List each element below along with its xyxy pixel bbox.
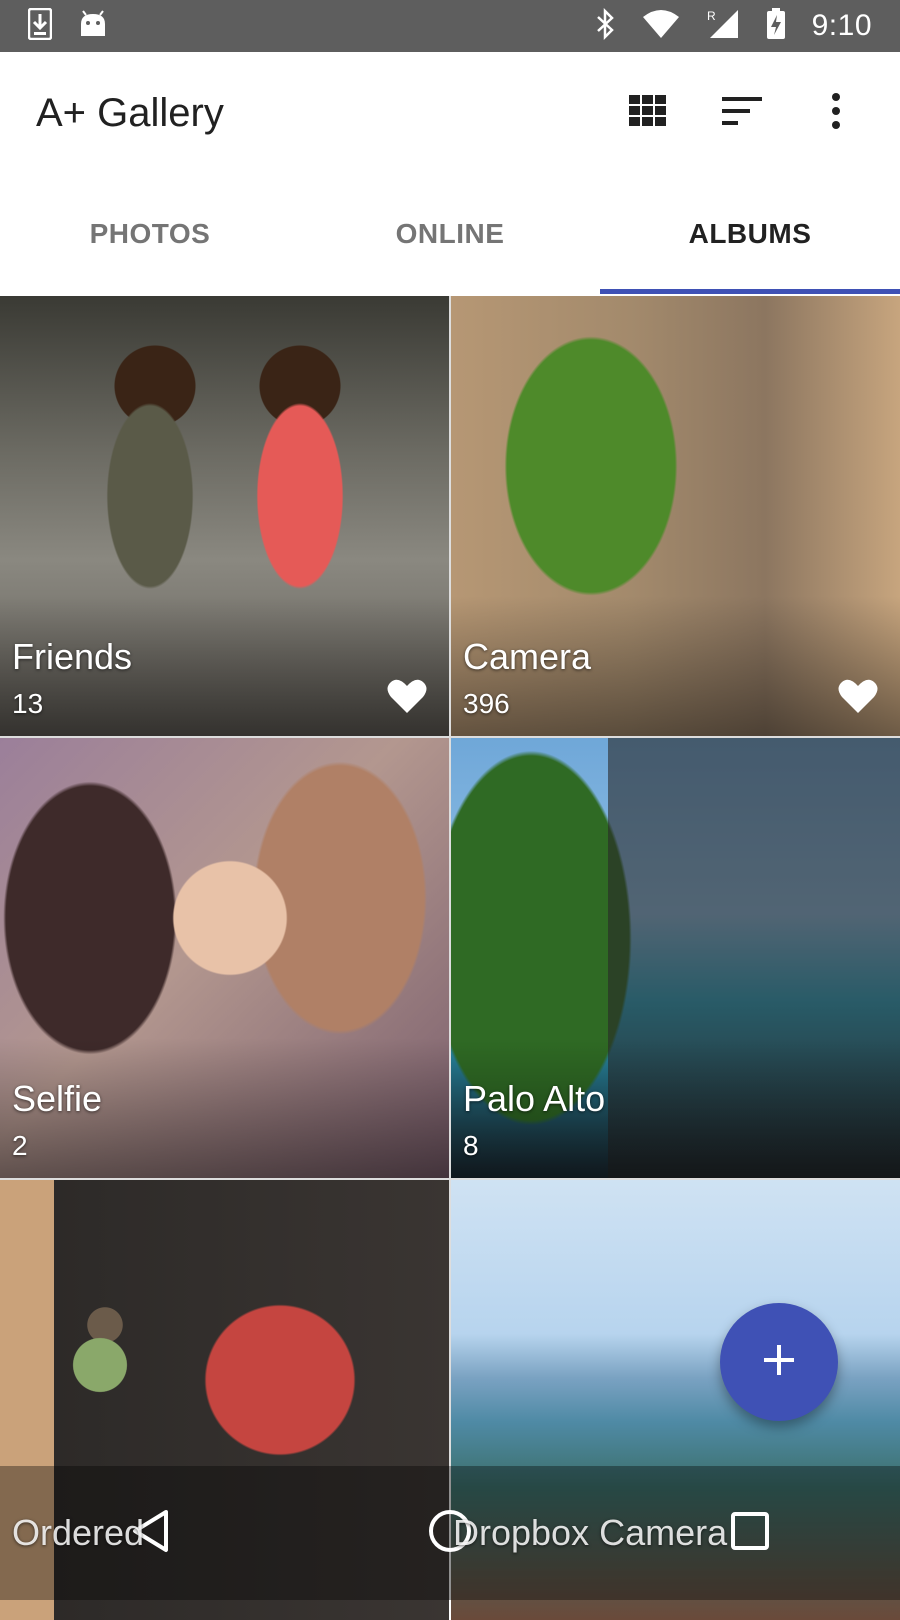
- tab-photos[interactable]: PHOTOS: [0, 174, 300, 294]
- plus-icon: [762, 1343, 796, 1382]
- album-tile-selfie[interactable]: Selfie 2: [0, 738, 449, 1178]
- album-name-ordered: Ordered: [12, 1512, 145, 1553]
- grid-view-button[interactable]: [624, 89, 672, 137]
- wifi-icon: [642, 9, 680, 44]
- sort-button[interactable]: [718, 89, 766, 137]
- album-name: Selfie: [12, 1078, 103, 1119]
- clock: 9:10: [811, 9, 872, 42]
- bluetooth-icon: [596, 7, 616, 45]
- app-title: A+ Gallery: [36, 90, 224, 135]
- signal-roaming-icon: R: [706, 9, 740, 44]
- album-name: Camera: [463, 636, 592, 677]
- album-count: 8: [463, 1130, 479, 1161]
- album-count: 2: [12, 1130, 28, 1161]
- svg-text:R: R: [707, 9, 716, 23]
- tab-bar: PHOTOS ONLINE ALBUMS: [0, 174, 900, 294]
- album-count: 396: [463, 688, 510, 719]
- album-count: 13: [12, 688, 44, 719]
- status-bar: R 9:10: [0, 0, 900, 52]
- download-icon: [27, 7, 53, 45]
- battery-charging-icon: [766, 7, 786, 45]
- tab-albums[interactable]: ALBUMS: [600, 174, 900, 294]
- app-bar: A+ Gallery: [0, 52, 900, 174]
- add-album-fab[interactable]: [720, 1303, 838, 1421]
- album-name: Palo Alto: [463, 1078, 606, 1119]
- album-tile-camera[interactable]: Camera 396: [451, 296, 900, 736]
- album-name-dropbox-camera: Dropbox Camera: [453, 1512, 728, 1553]
- grid-view-icon: [629, 94, 667, 132]
- tab-online[interactable]: ONLINE: [300, 174, 600, 294]
- more-vert-icon: [831, 92, 841, 134]
- android-icon: [78, 9, 108, 43]
- favorite-heart-icon[interactable]: [838, 678, 878, 714]
- more-options-button[interactable]: [812, 89, 860, 137]
- sort-icon: [722, 96, 762, 130]
- album-tile-friends[interactable]: Friends 13: [0, 296, 449, 736]
- recents-square-icon: [730, 1511, 770, 1556]
- album-name: Friends: [12, 636, 133, 677]
- favorite-heart-icon[interactable]: [387, 678, 427, 714]
- album-tile-palo-alto[interactable]: Palo Alto 8: [451, 738, 900, 1178]
